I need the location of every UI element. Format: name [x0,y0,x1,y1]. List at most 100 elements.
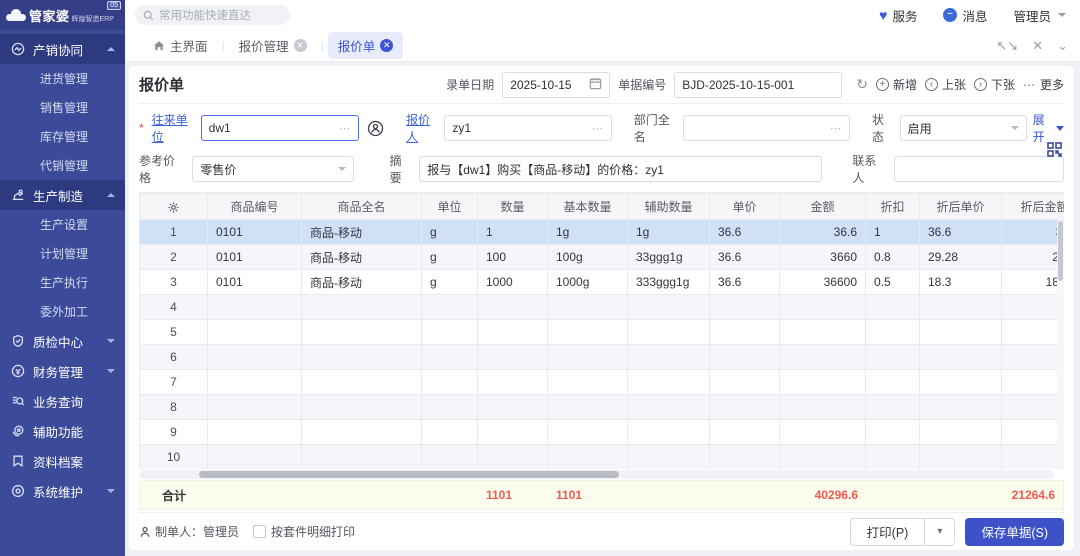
table-cell[interactable]: 100g [548,245,628,270]
table-cell[interactable] [302,295,422,320]
record-date-input[interactable]: 2025-10-15 [502,72,610,98]
sidebar-item-inventory[interactable]: 库存管理 [0,122,125,151]
table-cell[interactable]: 100 [478,245,548,270]
partner-label[interactable]: 往来单位 [152,111,195,145]
column-header[interactable]: 商品编号 [208,194,302,220]
table-cell[interactable]: 商品-移动 [302,270,422,295]
table-cell[interactable] [208,420,302,445]
sidebar-section-auxiliary[interactable]: 辅助功能 [0,416,125,446]
status-select[interactable]: 启用 [900,115,1027,141]
table-cell[interactable]: g [422,220,478,245]
table-cell[interactable] [422,320,478,345]
table-cell[interactable] [478,320,548,345]
column-header[interactable]: 商品全名 [302,194,422,220]
sidebar-section-finance[interactable]: 财务管理 [0,356,125,386]
print-by-suite-checkbox[interactable]: 按套件明细打印 [253,523,355,540]
table-cell[interactable] [628,295,710,320]
tab-quote-form[interactable]: 报价单 ✕ [328,32,404,59]
table-cell[interactable] [710,370,780,395]
table-cell[interactable] [780,345,866,370]
table-cell[interactable]: g [422,245,478,270]
table-cell[interactable] [628,345,710,370]
sidebar-section-collab[interactable]: 产销协同 [0,34,125,64]
table-cell[interactable]: 1 [866,220,920,245]
table-cell[interactable] [302,445,422,470]
table-cell[interactable] [302,320,422,345]
table-row[interactable]: 20101商品-移动g100100g33ggg1g36.636600.829.2… [140,245,1065,270]
table-cell[interactable] [422,420,478,445]
collapse-icon[interactable]: ⌄ [1057,38,1068,54]
table-row[interactable]: 6 [140,345,1065,370]
column-header[interactable]: 折后单价 [920,194,1002,220]
table-row[interactable]: 9 [140,420,1065,445]
table-cell[interactable] [710,445,780,470]
table-cell[interactable]: 36.6 [710,220,780,245]
column-header[interactable]: 单价 [710,194,780,220]
close-icon[interactable]: ✕ [380,39,393,52]
checkbox-icon[interactable] [253,525,266,538]
table-cell[interactable]: 36.6 [710,245,780,270]
table-cell[interactable] [208,295,302,320]
partner-detail-icon[interactable] [367,120,384,137]
table-cell[interactable]: 1g [548,220,628,245]
table-cell[interactable] [1002,295,1065,320]
table-cell[interactable]: 36.6 [920,220,1002,245]
ellipsis-picker-icon[interactable]: ⋯ [592,122,604,135]
table-cell[interactable] [920,395,1002,420]
table-cell[interactable] [710,345,780,370]
column-header[interactable]: 折后金额 [1002,194,1065,220]
sidebar-item-purchase[interactable]: 进货管理 [0,64,125,93]
table-cell[interactable]: 0101 [208,270,302,295]
table-cell[interactable] [780,395,866,420]
table-cell[interactable]: 333ggg1g [628,270,710,295]
table-cell[interactable] [478,445,548,470]
grid-layout-icon[interactable] [1047,142,1062,160]
table-cell[interactable] [478,345,548,370]
table-cell[interactable] [1002,445,1065,470]
close-icon[interactable]: ✕ [294,39,307,52]
column-header[interactable]: 数量 [478,194,548,220]
close-all-icon[interactable]: ✕ [1032,38,1043,54]
doc-no-input[interactable]: BJD-2025-10-15-001 [674,72,842,98]
quoter-label[interactable]: 报价人 [406,111,438,145]
user-menu[interactable]: 管理员 [1013,6,1066,25]
table-cell[interactable] [548,345,628,370]
calendar-icon[interactable] [589,77,602,93]
table-cell[interactable] [710,395,780,420]
sidebar-item-sales[interactable]: 销售管理 [0,93,125,122]
table-cell[interactable]: 1g [628,220,710,245]
table-cell[interactable]: 0101 [208,245,302,270]
table-cell[interactable] [208,370,302,395]
quick-search-input[interactable]: 常用功能快速直达 [135,5,290,25]
table-cell[interactable] [478,370,548,395]
table-cell[interactable] [780,420,866,445]
sidebar-item-plan-mgmt[interactable]: 计划管理 [0,239,125,268]
sidebar-section-production[interactable]: 生产制造 [0,180,125,210]
table-cell[interactable] [866,445,920,470]
table-cell[interactable] [920,320,1002,345]
table-cell[interactable] [866,345,920,370]
table-cell[interactable] [302,395,422,420]
table-cell[interactable]: 36.6 [1002,220,1065,245]
table-cell[interactable] [548,370,628,395]
table-row[interactable]: 4 [140,295,1065,320]
next-record-button[interactable]: › 下张 [974,76,1015,93]
table-cell[interactable] [478,420,548,445]
table-row[interactable]: 8 [140,395,1065,420]
table-cell[interactable] [866,395,920,420]
ellipsis-picker-icon[interactable]: ⋯ [339,122,351,135]
table-cell[interactable] [780,370,866,395]
sidebar-section-archives[interactable]: 资料档案 [0,446,125,476]
table-cell[interactable] [780,320,866,345]
table-cell[interactable] [422,445,478,470]
horizontal-scrollbar[interactable] [139,470,1054,479]
print-dropdown-button[interactable]: ▾ [924,519,954,545]
table-cell[interactable] [628,395,710,420]
contact-input[interactable] [894,156,1064,182]
table-cell[interactable] [866,370,920,395]
table-cell[interactable] [478,395,548,420]
table-cell[interactable]: 36.6 [710,270,780,295]
prev-record-button[interactable]: ‹ 上张 [925,76,966,93]
table-cell[interactable] [548,320,628,345]
sidebar-item-outsourcing[interactable]: 委外加工 [0,297,125,326]
